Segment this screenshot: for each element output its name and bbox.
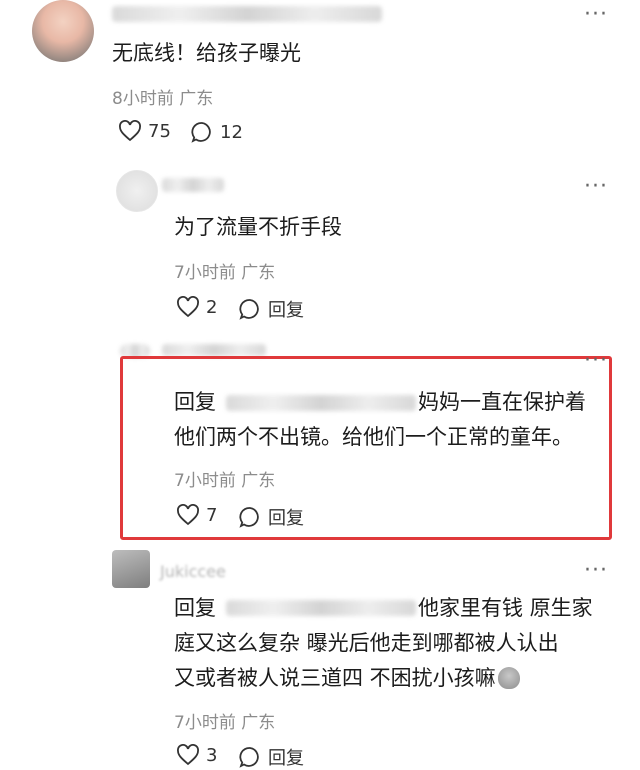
comment-meta: 7小时前 广东 xyxy=(174,471,276,491)
reply-label: 回复 xyxy=(268,508,304,529)
like-button[interactable]: 3 xyxy=(176,744,217,766)
comment-meta: 7小时前 广东 xyxy=(174,713,276,733)
like-button[interactable]: 7 xyxy=(176,504,217,526)
reply-label: 回复 xyxy=(268,300,304,321)
like-button[interactable]: 2 xyxy=(176,296,217,318)
comment-bubble-icon xyxy=(191,122,211,143)
comment-meta: 8小时前 广东 xyxy=(112,89,214,109)
more-icon[interactable]: ··· xyxy=(584,176,608,198)
reply-count: 12 xyxy=(220,121,243,143)
username[interactable]: Jukiccee xyxy=(160,562,226,581)
comment-bubble-icon xyxy=(239,299,259,320)
emoji-icon xyxy=(497,667,520,689)
username-blurred[interactable] xyxy=(162,178,224,192)
comment-text-line2: 庭又这么复杂 曝光后他走到哪都被人认出 xyxy=(174,631,559,655)
heart-icon xyxy=(177,744,199,766)
comment-text-line3: 又或者被人说三道四 不困扰小孩嘛 xyxy=(174,659,520,697)
like-count: 75 xyxy=(148,120,171,142)
more-icon[interactable]: ··· xyxy=(584,4,608,26)
reply-count-button[interactable]: 12 xyxy=(190,120,243,144)
comment-meta: 7小时前 广东 xyxy=(174,263,276,283)
more-icon[interactable]: ··· xyxy=(584,560,608,582)
username-blurred[interactable] xyxy=(112,6,382,22)
like-count: 3 xyxy=(206,744,218,766)
comment-text-line1-tail: 妈妈一直在保护着 xyxy=(418,390,586,414)
reply-button[interactable]: 回复 xyxy=(238,744,304,770)
reply-prefix: 回复 xyxy=(174,596,216,620)
comment-text: 为了流量不折手段 xyxy=(174,215,342,239)
mention-blurred[interactable] xyxy=(226,395,416,411)
reply-button[interactable]: 回复 xyxy=(238,296,304,322)
like-count: 2 xyxy=(206,296,218,318)
comment-text-line1: 回复 xyxy=(174,383,216,421)
username-blurred[interactable] xyxy=(162,344,266,356)
avatar[interactable] xyxy=(116,170,158,212)
comment-text-line1: 回复 xyxy=(174,589,216,627)
comment-bubble-icon xyxy=(239,747,259,768)
avatar[interactable] xyxy=(32,0,94,62)
mention-blurred[interactable] xyxy=(226,600,416,616)
comment-bubble-icon xyxy=(239,507,259,528)
heart-icon xyxy=(119,120,141,142)
heart-icon xyxy=(177,296,199,318)
comment-text: 无底线！给孩子曝光 xyxy=(112,41,301,65)
heart-icon xyxy=(177,504,199,526)
reply-button[interactable]: 回复 xyxy=(238,504,304,530)
avatar[interactable] xyxy=(112,550,150,588)
like-button[interactable]: 75 xyxy=(118,120,171,142)
reply-label: 回复 xyxy=(268,748,304,769)
comment-text-line2: 他们两个不出镜。给他们一个正常的童年。 xyxy=(174,425,573,449)
comment-text-line1-tail: 他家里有钱 原生家 xyxy=(418,596,593,620)
comment-text-line3-body: 又或者被人说三道四 不困扰小孩嘛 xyxy=(174,666,496,690)
like-count: 7 xyxy=(206,504,218,526)
reply-prefix: 回复 xyxy=(174,390,216,414)
more-icon[interactable]: ··· xyxy=(584,350,608,372)
